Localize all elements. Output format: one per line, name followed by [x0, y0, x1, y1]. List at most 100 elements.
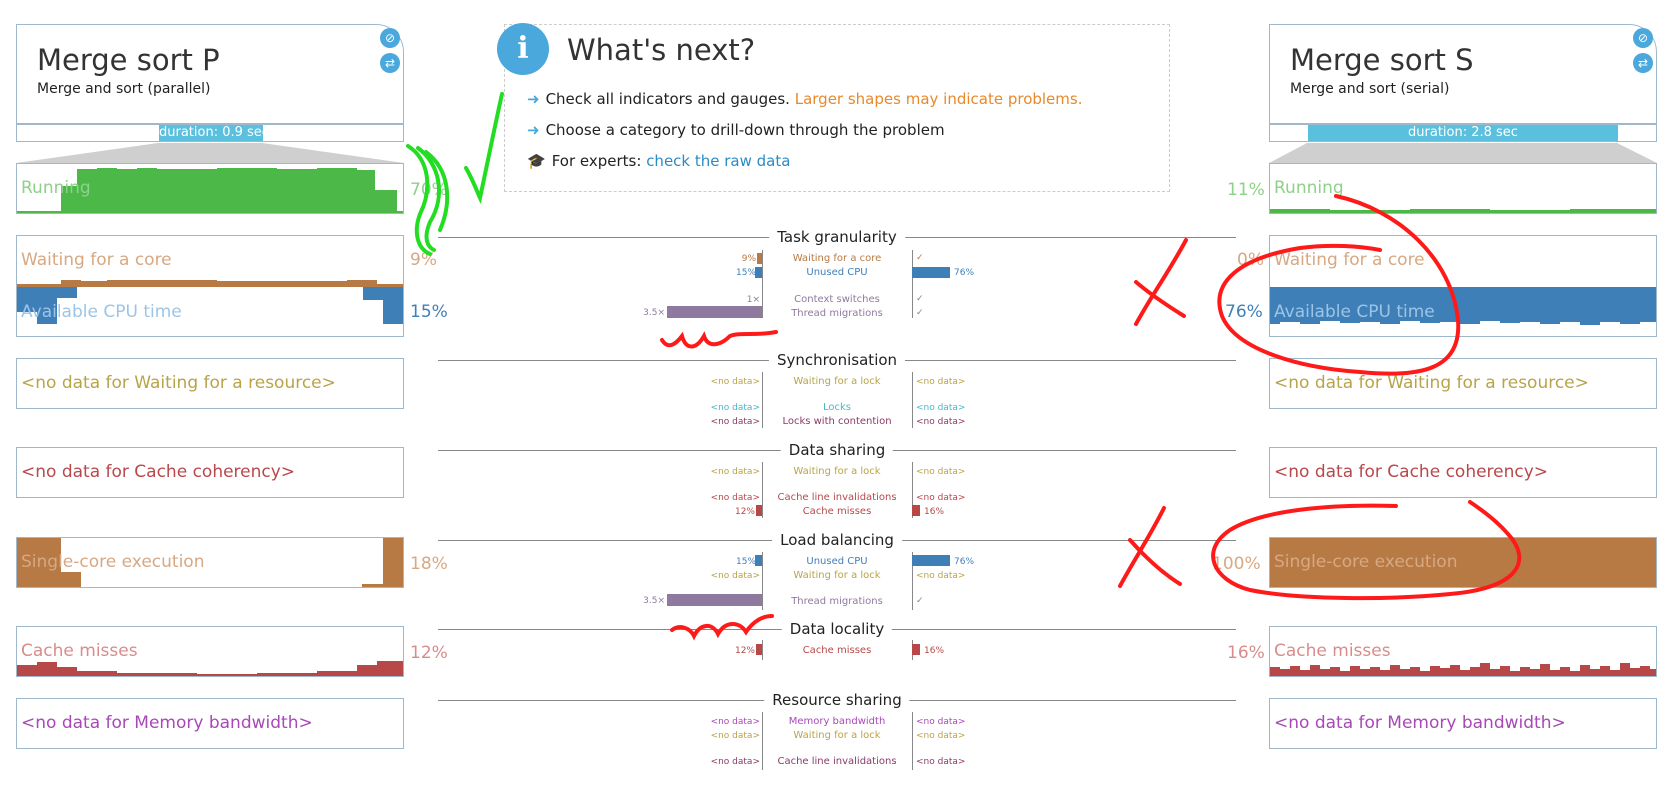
right-available-cpu-pct: 76%: [1225, 302, 1263, 322]
left-cache-coherency-box[interactable]: <no data for Cache coherency>: [16, 447, 404, 498]
sync-locks-label: Locks: [822, 402, 851, 413]
tg-thread-migrations-left-bar: [667, 306, 762, 318]
annotation-red-squiggle-2: [670, 614, 774, 641]
lb-thread-migrations-label: Thread migrations: [791, 596, 883, 607]
right-duration-bar: duration: 2.8 sec: [1308, 125, 1618, 141]
left-single-core-box[interactable]: Single-core execution: [16, 537, 404, 588]
right-running-box[interactable]: Running: [1269, 163, 1657, 214]
rs-cache-line-inv-left-value: <no data>: [710, 757, 760, 767]
sync-locks-contention-label: Locks with contention: [782, 416, 892, 427]
arrow-right-icon: ➜: [527, 90, 540, 108]
left-title-box: Merge sort P Merge and sort (parallel): [16, 24, 404, 124]
load-balancing-title: Load balancing: [772, 531, 902, 549]
tg-waiting-core-label: Waiting for a core: [792, 253, 882, 264]
lb-unused-cpu-left-value: 15%: [735, 557, 756, 567]
annotation-red-x-2a: [1118, 506, 1166, 588]
dl-cache-misses-left-value: 12%: [734, 646, 755, 656]
sync-right-axis: [912, 372, 913, 428]
tg-context-switches-left-value: 1×: [746, 295, 760, 305]
ds-cache-misses-left-value: 12%: [734, 507, 755, 517]
sync-waiting-lock-left-value: <no data>: [710, 377, 760, 387]
ds-cache-misses-right-bar: [912, 505, 920, 516]
ds-cache-line-inv-left-value: <no data>: [710, 493, 760, 503]
right-swap-icon[interactable]: ⇄: [1633, 53, 1653, 73]
annotation-red-x-1b: [1134, 280, 1186, 318]
annotation-red-squiggle-1: [660, 330, 778, 349]
ds-waiting-lock-left-value: <no data>: [710, 467, 760, 477]
right-resource-box[interactable]: <no data for Waiting for a resource>: [1269, 358, 1657, 409]
tg-thread-migrations-left-value: 3.5×: [643, 308, 665, 318]
right-available-cpu-label: Available CPU time: [1274, 302, 1435, 322]
tg-unused-cpu-right-bar: [912, 267, 950, 278]
left-waiting-core-pct: 9%: [410, 250, 437, 270]
rs-right-axis: [912, 712, 913, 770]
left-resource-label: <no data for Waiting for a resource>: [21, 373, 336, 393]
left-panel-subtitle: Merge and sort (parallel): [37, 81, 211, 97]
left-memory-bw-label: <no data for Memory bandwidth>: [21, 713, 313, 733]
tg-context-switches-right-value: ✓: [916, 294, 924, 304]
whats-next-title: What's next?: [567, 33, 756, 67]
whats-next-panel: i What's next? ➜ Check all indicators and…: [497, 23, 1170, 192]
right-memory-bw-box[interactable]: <no data for Memory bandwidth>: [1269, 698, 1657, 749]
right-duration-wedge: [1269, 143, 1657, 163]
left-swap-icon[interactable]: ⇄: [380, 53, 400, 73]
right-panel-subtitle: Merge and sort (serial): [1290, 81, 1450, 97]
left-pin-icon[interactable]: ⊘: [380, 28, 400, 48]
left-cache-misses-box[interactable]: Cache misses: [16, 626, 404, 677]
dl-cache-misses-right-bar: [912, 644, 920, 655]
whats-next-line-1-text: Check all indicators and gauges.: [545, 90, 790, 108]
right-waiting-core-pct: 0%: [1237, 250, 1264, 270]
right-title-box: Merge sort S Merge and sort (serial): [1269, 24, 1657, 124]
dl-cache-misses-label: Cache misses: [802, 645, 872, 656]
lb-unused-cpu-right-value: 76%: [954, 557, 975, 567]
raw-data-link[interactable]: check the raw data: [646, 152, 790, 170]
right-running-pct: 11%: [1227, 180, 1265, 200]
lb-thread-migrations-left-value: 3.5×: [643, 596, 665, 606]
left-core-box[interactable]: Waiting for a core Available CPU time: [16, 235, 404, 337]
dl-cache-misses-right-value: 16%: [924, 646, 945, 656]
right-resource-label: <no data for Waiting for a resource>: [1274, 373, 1589, 393]
right-pin-icon[interactable]: ⊘: [1633, 28, 1653, 48]
rs-waiting-lock-label: Waiting for a lock: [793, 730, 881, 741]
rs-memory-bw-label: Memory bandwidth: [788, 716, 886, 727]
annotation-green-check: [464, 92, 504, 204]
left-available-cpu-pct: 15%: [410, 302, 448, 322]
right-duration-track: duration: 2.8 sec: [1269, 124, 1657, 142]
left-running-box[interactable]: Running: [16, 163, 404, 214]
info-icon: i: [497, 23, 549, 75]
sync-waiting-lock-right-value: <no data>: [916, 377, 966, 387]
sync-waiting-lock-label: Waiting for a lock: [793, 376, 881, 387]
rs-cache-line-inv-right-value: <no data>: [916, 757, 966, 767]
right-cache-misses-box[interactable]: Cache misses: [1269, 626, 1657, 677]
tg-unused-cpu-left-bar: [755, 267, 762, 278]
right-cache-coherency-box[interactable]: <no data for Cache coherency>: [1269, 447, 1657, 498]
task-granularity-title: Task granularity: [769, 228, 905, 246]
left-single-core-pct: 18%: [410, 554, 448, 574]
tg-thread-migrations-right-value: ✓: [916, 308, 924, 318]
lb-unused-cpu-label: Unused CPU: [806, 556, 868, 567]
left-memory-bw-box[interactable]: <no data for Memory bandwidth>: [16, 698, 404, 749]
annotation-red-x-1a: [1134, 238, 1188, 326]
whats-next-line-3: 🎓 For experts: check the raw data: [527, 152, 790, 170]
ds-cache-misses-label: Cache misses: [802, 506, 872, 517]
right-single-core-pct: 100%: [1212, 554, 1261, 574]
whats-next-line-3-prefix: For experts:: [551, 152, 642, 170]
mortarboard-icon: 🎓: [527, 152, 546, 170]
left-resource-box[interactable]: <no data for Waiting for a resource>: [16, 358, 404, 409]
left-single-core-label: Single-core execution: [21, 552, 205, 572]
right-panel-title: Merge sort S: [1290, 43, 1474, 77]
lb-thread-migrations-left-bar: [667, 594, 762, 606]
data-locality-title: Data locality: [781, 620, 893, 638]
right-cache-coherency-label: <no data for Cache coherency>: [1274, 462, 1549, 482]
tg-unused-cpu-label: Unused CPU: [806, 267, 868, 278]
sync-locks-left-value: <no data>: [710, 403, 760, 413]
tg-unused-cpu-left-value: 15%: [735, 268, 756, 278]
right-single-core-box[interactable]: Single-core execution: [1269, 537, 1657, 588]
synchronisation-title: Synchronisation: [768, 351, 906, 369]
annotation-red-x-2b: [1128, 538, 1182, 586]
lb-waiting-lock-left-value: <no data>: [710, 571, 760, 581]
left-duration-bar: duration: 0.9 sec: [159, 125, 269, 141]
right-core-box[interactable]: Waiting for a core Available CPU time: [1269, 235, 1657, 337]
lb-waiting-lock-right-value: <no data>: [916, 571, 966, 581]
sync-locks-contention-right-value: <no data>: [916, 417, 966, 427]
